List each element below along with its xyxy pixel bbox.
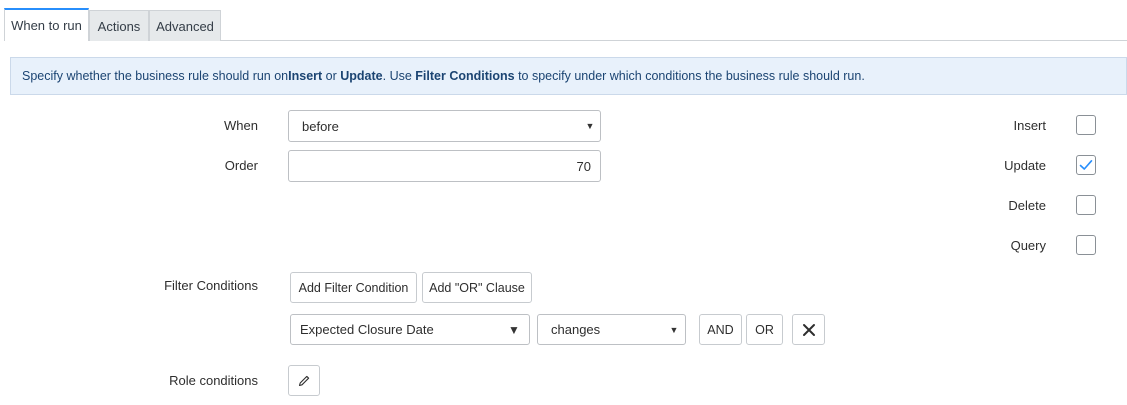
checkmark-icon	[1079, 160, 1093, 170]
tab-label: Advanced	[156, 18, 214, 34]
tab-label: Actions	[97, 18, 141, 34]
filter-operator-value: changes	[551, 322, 601, 337]
filter-field-value: Expected Closure Date	[300, 322, 434, 337]
and-button[interactable]: AND	[699, 314, 742, 345]
close-icon	[802, 323, 815, 336]
pencil-icon	[298, 375, 310, 386]
add-or-clause-button[interactable]: Add "OR" Clause	[422, 272, 532, 303]
tab-advanced[interactable]: Advanced	[149, 10, 221, 41]
query-checkbox[interactable]	[1076, 235, 1096, 255]
filter-operator-select[interactable]: changes ▼	[537, 314, 686, 345]
button-label: AND	[707, 322, 734, 337]
insert-label: Insert	[1013, 118, 1046, 133]
info-message: Specify whether the business rule should…	[10, 57, 1127, 95]
add-filter-condition-button[interactable]: Add Filter Condition	[290, 272, 417, 303]
info-keyword-insert: Insert	[288, 69, 323, 83]
dropdown-arrow-icon: ▼	[585, 121, 595, 131]
order-label: Order	[224, 158, 258, 173]
info-text: Specify whether the business rule should…	[22, 69, 289, 83]
delete-condition-button[interactable]	[792, 314, 825, 345]
delete-label: Delete	[1008, 198, 1046, 213]
dropdown-arrow-icon: ▼	[669, 324, 679, 335]
when-label: When	[224, 118, 258, 133]
role-conditions-label: Role conditions	[169, 373, 258, 388]
delete-checkbox[interactable]	[1076, 195, 1096, 215]
info-keyword-update: Update	[340, 69, 383, 83]
tab-when-to-run[interactable]: When to run	[4, 8, 89, 41]
info-keyword-filter-conditions: Filter Conditions	[415, 69, 515, 83]
when-select[interactable]: before ▼	[288, 110, 601, 142]
filter-conditions-label: Filter Conditions	[164, 278, 258, 293]
button-label: Add "OR" Clause	[429, 280, 525, 295]
info-text: or	[322, 69, 341, 83]
info-text: . Use	[382, 69, 416, 83]
order-input-value: 70	[576, 158, 591, 174]
filter-field-select[interactable]: Expected Closure Date ▼	[290, 314, 530, 345]
info-text: to specify under which conditions the bu…	[514, 69, 865, 83]
update-label: Update	[1004, 158, 1046, 173]
tab-label: When to run	[11, 18, 82, 33]
button-label: Add Filter Condition	[298, 280, 409, 295]
edit-role-conditions-button[interactable]	[288, 365, 320, 396]
order-input[interactable]: 70	[288, 150, 601, 182]
dropdown-arrow-icon: ▼	[508, 322, 520, 337]
tab-actions[interactable]: Actions	[89, 10, 149, 41]
update-checkbox[interactable]	[1076, 155, 1096, 175]
query-label: Query	[1010, 238, 1046, 253]
insert-checkbox[interactable]	[1076, 115, 1096, 135]
or-button[interactable]: OR	[746, 314, 783, 345]
when-select-value: before	[302, 118, 339, 134]
button-label: OR	[755, 322, 774, 337]
tab-strip: When to run Actions Advanced	[4, 8, 1127, 41]
